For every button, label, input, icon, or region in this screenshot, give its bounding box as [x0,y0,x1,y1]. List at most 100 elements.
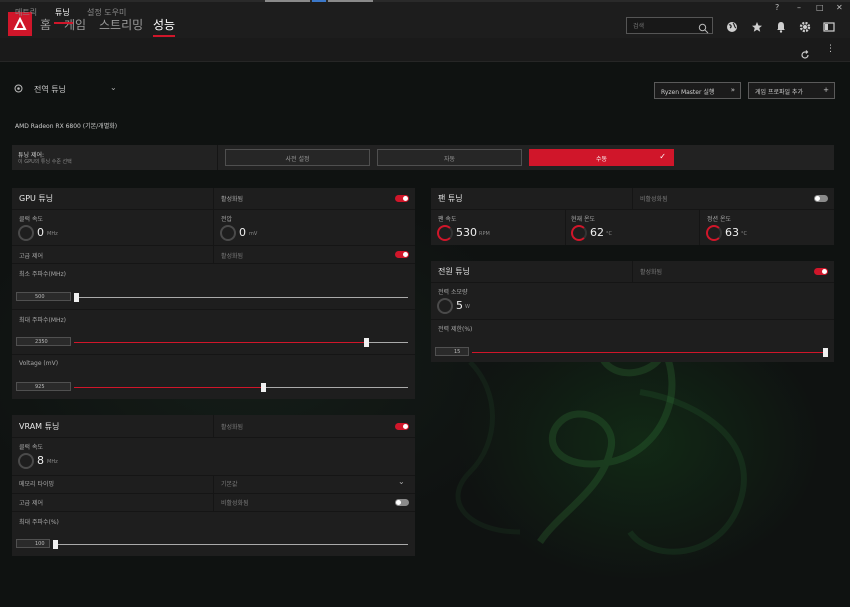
gpu-tuning-status: 활성화됨 [221,196,244,203]
gear-icon[interactable] [799,18,811,37]
preset-button[interactable]: 사전 설정 [225,149,370,166]
current-temp-value: 62 [590,226,604,239]
tuning-profile-label: 전역 튜닝 [34,85,66,94]
nav-tab-performance[interactable]: 성능 [153,16,175,33]
min-freq-slider-handle[interactable] [74,293,79,302]
manual-button[interactable]: 수동 ✓ [529,149,674,166]
tuning-profile-icon [14,84,23,95]
voltage-mv-fill [74,387,261,388]
vram-tuning-title: VRAM 튜닝 [19,422,60,431]
fan-speed-value: 530 [456,226,477,239]
min-freq-track [74,297,408,298]
vram-max-freq-slider-handle[interactable] [53,540,58,549]
ryzen-master-button[interactable]: Ryzen Master 실행 » [654,82,741,99]
minimize-button[interactable]: – [797,3,801,12]
current-temp-label: 현재 온도 [571,216,595,223]
memory-timing-value[interactable]: 기본값 [221,479,238,488]
fan-tuning-toggle[interactable] [814,195,828,202]
gpu-advanced-label: 고급 제어 [19,253,43,260]
vram-clock-value: 8 [37,454,44,467]
vram-clock-unit: MHz [47,459,58,465]
layout-icon[interactable] [823,18,835,37]
maximize-button[interactable]: □ [816,3,824,12]
power-tuning-title: 전원 튜닝 [438,267,470,276]
gpu-voltage-gauge [220,225,236,241]
nav-tab-streaming[interactable]: 스트리밍 [99,16,143,33]
gpu-advanced-status: 활성화됨 [221,253,244,260]
subtab-metrics[interactable]: 메트릭 [15,7,37,18]
vram-tuning-status: 활성화됨 [221,424,244,431]
vram-clock-label: 클럭 속도 [19,444,43,451]
add-game-profile-button[interactable]: 게임 프로파일 추가 + [748,82,835,99]
auto-button[interactable]: 자동 [377,149,522,166]
gpu-clock-unit: MHz [47,231,58,237]
globe-icon[interactable] [726,18,738,37]
vram-tuning-panel: VRAM 튜닝 활성화됨 클럭 속도 8 MHz 메모리 타이밍 기본값 ⌄ 고… [12,415,415,556]
vram-advanced-status: 비활성화됨 [221,500,249,507]
max-freq-label: 최대 주파수(MHz) [19,317,67,324]
power-limit-label: 전력 제한(%) [438,326,473,333]
max-freq-slider-handle[interactable] [364,338,369,347]
junction-temp-gauge [706,225,722,241]
check-icon: ✓ [659,152,666,161]
subtab-settings-wizard[interactable]: 설정 도우미 [87,7,126,18]
external-link-icon: » [730,86,735,94]
voltage-mv-input[interactable]: 925 [16,382,71,391]
fan-tuning-title: 팬 튜닝 [438,194,463,203]
gpu-name: AMD Radeon RX 6800 (기본/개별화) [15,123,118,130]
fan-speed-label: 팬 속도 [438,216,457,223]
more-options-icon[interactable]: ⋮ [826,44,835,54]
search-icon [698,19,709,38]
max-freq-fill [74,342,366,343]
tuning-control-bar: 튜닝 제어: 이 GPU의 튜닝 수준 선택 사전 설정 자동 수동 ✓ [12,145,834,170]
power-draw-gauge [437,298,453,314]
reset-icon[interactable] [800,45,810,64]
current-temp-unit: °C [606,231,612,237]
nav-tab-home[interactable]: 홈 [40,16,51,33]
gpu-voltage-label: 전압 [221,216,233,223]
star-icon[interactable] [751,18,763,37]
search-placeholder: 검색 [633,23,645,30]
current-temp-gauge [571,225,587,241]
gpu-voltage-unit: mV [249,231,258,237]
active-subtab-indicator [54,22,73,24]
vram-tuning-toggle[interactable] [395,423,409,430]
power-tuning-toggle[interactable] [814,268,828,275]
vram-max-freq-track [53,544,408,545]
power-draw-value: 5 [456,299,463,312]
fan-tuning-panel: 팬 튜닝 비활성화됨 팬 속도 530 RPM 현재 온도 62 °C 정션 온… [431,188,834,245]
ryzen-master-label: Ryzen Master 실행 [661,89,715,96]
vram-advanced-toggle[interactable] [395,499,409,506]
power-limit-input[interactable]: 15 [435,347,469,356]
vram-clock-gauge [18,453,34,469]
bell-icon[interactable] [775,18,787,37]
voltage-mv-label: Voltage (mV) [19,360,59,367]
fan-speed-unit: RPM [479,231,490,237]
fan-tuning-status: 비활성화됨 [640,196,668,203]
junction-temp-value: 63 [725,226,739,239]
memory-timing-label: 메모리 타이밍 [19,481,55,488]
gpu-advanced-toggle[interactable] [395,251,409,258]
gpu-tuning-toggle[interactable] [395,195,409,202]
gpu-tuning-title: GPU 튜닝 [19,194,54,203]
gpu-clock-gauge [18,225,34,241]
gpu-clock-value: 0 [37,226,44,239]
power-draw-unit: W [465,304,470,310]
power-limit-fill [472,352,825,353]
chevron-down-icon[interactable]: ⌄ [398,477,405,486]
max-freq-input[interactable]: 2350 [16,337,71,346]
vram-advanced-label: 고급 제어 [19,500,43,507]
close-button[interactable]: ✕ [836,3,843,12]
vram-max-freq-input[interactable]: 100 [16,539,50,548]
nav-tab-games[interactable]: 게임 [64,16,86,33]
fan-speed-gauge [437,225,453,241]
active-tab-indicator [153,35,175,37]
tuning-control-subtitle: 이 GPU의 튜닝 수준 선택 [18,159,72,165]
power-limit-slider-handle[interactable] [823,348,828,357]
gpu-clock-label: 클럭 속도 [19,216,43,223]
help-button[interactable]: ? [775,3,779,12]
subtab-tuning[interactable]: 튜닝 [55,7,70,18]
search-input[interactable]: 검색 [626,17,713,34]
min-freq-input[interactable]: 500 [16,292,71,301]
voltage-mv-slider-handle[interactable] [261,383,266,392]
